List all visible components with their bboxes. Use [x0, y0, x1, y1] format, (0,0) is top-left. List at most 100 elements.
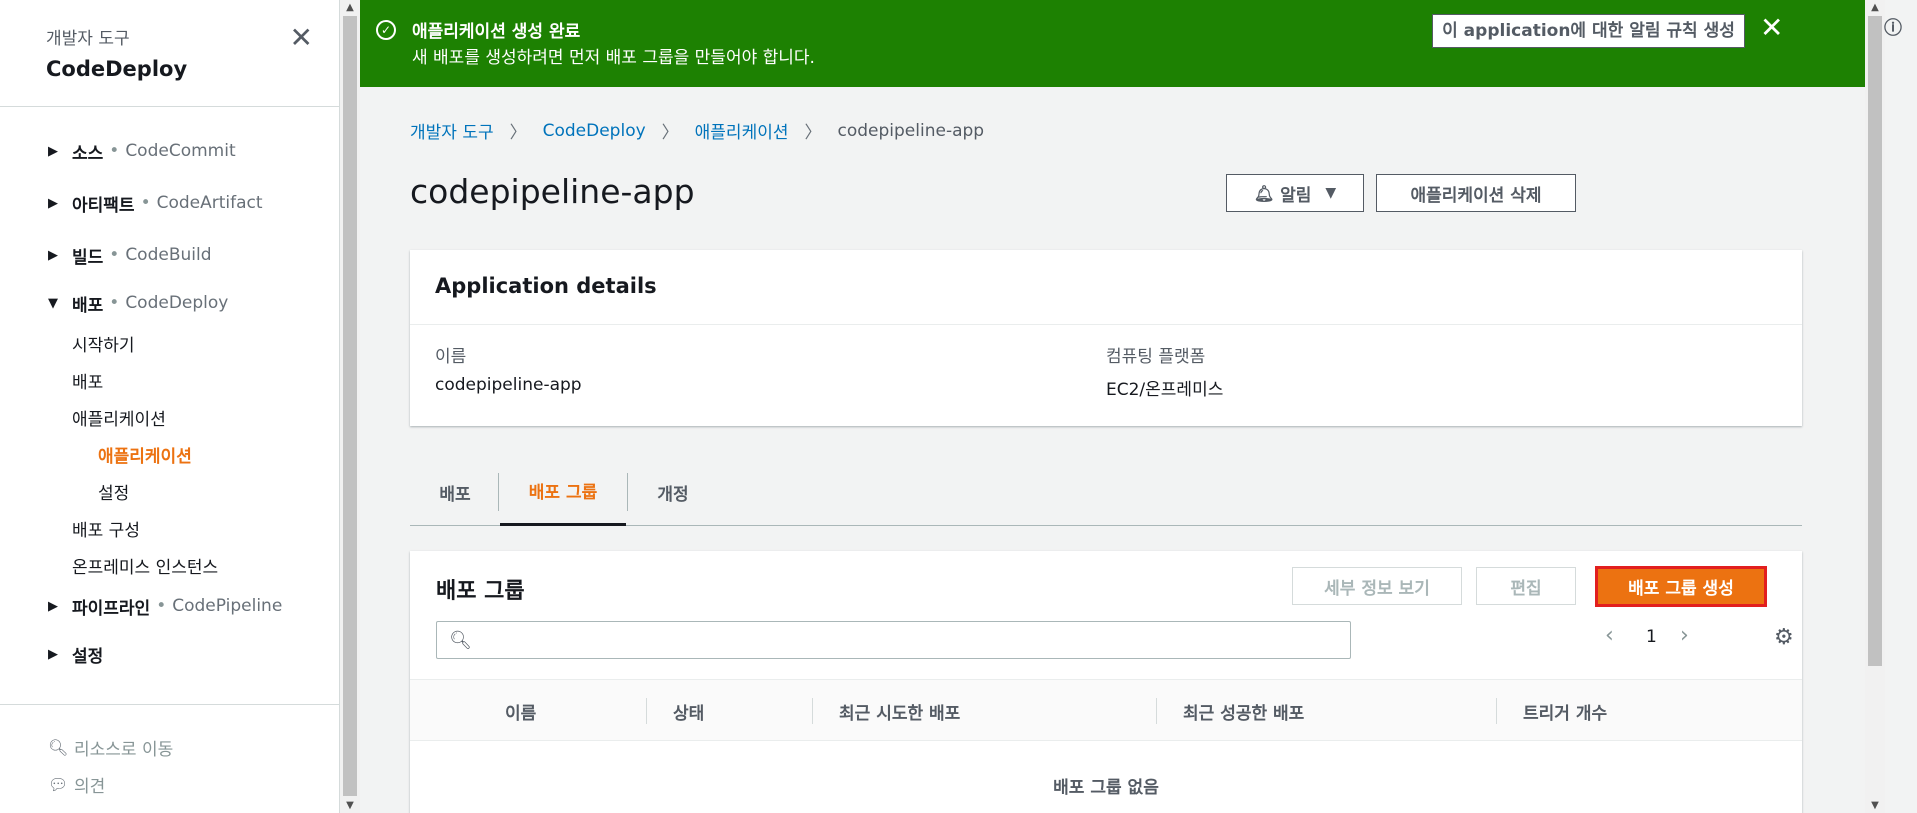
section-service: CodePipeline: [172, 596, 283, 616]
tab-revisions[interactable]: 개정: [628, 458, 718, 526]
section-label: 아티팩트: [72, 195, 135, 216]
main-content: ✓ 애플리케이션 생성 완료 새 배포를 생성하려면 먼저 배포 그룹을 만들어…: [360, 0, 1865, 813]
sidebar-item-onprem-instances[interactable]: 온프레미스 인스턴스: [0, 547, 339, 584]
view-details-button[interactable]: 세부 정보 보기: [1292, 567, 1462, 605]
feedback-link[interactable]: 💬︎ 의견: [0, 766, 339, 803]
platform-label: 컴퓨팅 플랫폼: [1106, 347, 1206, 367]
sidebar-item-app-settings[interactable]: 설정: [0, 473, 339, 510]
scroll-down-icon[interactable]: ▼: [1865, 800, 1885, 811]
scroll-up-icon[interactable]: ▲: [340, 2, 360, 13]
caret-down-icon: ▼: [1325, 185, 1337, 201]
feedback-icon: 💬︎: [48, 775, 69, 794]
section-label: 설정: [72, 646, 104, 667]
sidebar-section-artifact[interactable]: ▶ 아티팩트 • CodeArtifact: [0, 177, 339, 229]
sidebar-scrollbar[interactable]: ▲ ▼: [340, 0, 360, 813]
column-trigger-count[interactable]: 트리거 개수: [1523, 680, 1607, 742]
sidebar-section-settings[interactable]: ▶ 설정: [0, 628, 339, 680]
breadcrumb: 개발자 도구 〉 CodeDeploy 〉 애플리케이션 〉 codepipel…: [410, 118, 985, 144]
flash-title: 애플리케이션 생성 완료: [412, 22, 581, 42]
breadcrumb-applications[interactable]: 애플리케이션: [695, 118, 789, 143]
scrollbar-thumb[interactable]: [1868, 16, 1882, 666]
close-icon[interactable]: ✕: [1760, 14, 1783, 42]
flash-message: 새 배포를 생성하려면 먼저 배포 그룹을 만들어야 합니다.: [412, 48, 815, 68]
chevron-right-icon: 〉: [661, 123, 679, 143]
footer-label: 의견: [74, 777, 106, 797]
caret-right-icon: ▶: [48, 195, 58, 211]
go-to-resource-link[interactable]: 🔍︎ 리소스로 이동: [0, 729, 339, 766]
side-navigation: 개발자 도구 CodeDeploy ✕ ▶ 소스 • CodeCommit ▶ 아티…: [0, 0, 340, 813]
sidebar-item-applications-list[interactable]: 애플리케이션: [0, 436, 339, 473]
column-divider: [1496, 698, 1497, 724]
page-number[interactable]: 1: [1646, 627, 1657, 647]
scroll-up-icon[interactable]: ▲: [1865, 2, 1885, 13]
search-icon: 🔍︎: [449, 630, 472, 651]
search-icon: 🔍︎: [48, 738, 69, 757]
tab-divider: [498, 473, 499, 511]
tab-deployment-groups[interactable]: 배포 그룹: [500, 458, 626, 526]
section-label: 소스: [72, 143, 104, 164]
breadcrumb-codedeploy[interactable]: CodeDeploy: [543, 121, 646, 141]
search-input[interactable]: 🔍︎: [436, 621, 1351, 659]
section-label: 빌드: [72, 247, 104, 268]
sidebar-section-build[interactable]: ▶ 빌드 • CodeBuild: [0, 229, 339, 281]
column-name[interactable]: 이름: [505, 680, 536, 742]
create-deployment-group-button[interactable]: 배포 그룹 생성: [1595, 566, 1767, 607]
chevron-right-icon: 〉: [509, 123, 527, 143]
chevron-right-icon: 〉: [804, 123, 822, 143]
name-label: 이름: [435, 347, 467, 367]
sidebar-subtitle: 개발자 도구: [46, 29, 130, 49]
tab-deployments[interactable]: 배포: [410, 458, 500, 526]
platform-value: EC2/온프레미스: [1106, 380, 1224, 400]
caret-right-icon: ▶: [48, 598, 58, 614]
panel-title: 배포 그룹: [436, 579, 525, 604]
check-circle-icon: ✓: [376, 20, 396, 40]
column-last-successful[interactable]: 최근 성공한 배포: [1183, 680, 1304, 742]
column-divider: [646, 698, 647, 724]
main-scrollbar[interactable]: ▲ ▼: [1865, 0, 1885, 813]
sidebar-title[interactable]: CodeDeploy: [46, 57, 293, 81]
sidebar-section-source[interactable]: ▶ 소스 • CodeCommit: [0, 125, 339, 177]
column-status[interactable]: 상태: [673, 680, 704, 742]
sidebar-item-deployments[interactable]: 배포: [0, 362, 339, 399]
sidebar-section-pipeline[interactable]: ▶ 파이프라인 • CodePipeline: [0, 584, 339, 628]
column-last-attempted[interactable]: 최근 시도한 배포: [839, 680, 960, 742]
bell-icon: 🔔︎: [1253, 183, 1275, 203]
chevron-left-icon[interactable]: ‹: [1605, 623, 1614, 648]
notify-dropdown-button[interactable]: 🔔︎ 알림 ▼: [1226, 174, 1364, 212]
name-value: codepipeline-app: [435, 375, 582, 395]
deployment-groups-panel: 배포 그룹 세부 정보 보기 편집 배포 그룹 생성 🔍︎ ‹ 1 › ⚙ 이름…: [410, 551, 1802, 813]
tab-bar: 배포 배포 그룹 개정: [410, 458, 1802, 526]
chevron-right-icon[interactable]: ›: [1680, 623, 1689, 648]
section-service: CodeArtifact: [156, 193, 263, 213]
create-notification-rule-button[interactable]: 이 application에 대한 알림 규칙 생성: [1432, 14, 1745, 48]
info-icon[interactable]: ⓘ: [1884, 14, 1902, 40]
sidebar-section-deploy[interactable]: ▼ 배포 • CodeDeploy: [0, 281, 339, 325]
close-icon[interactable]: ✕: [290, 24, 313, 52]
notify-label: 알림: [1280, 185, 1312, 206]
gear-icon[interactable]: ⚙: [1774, 625, 1794, 650]
section-service: CodeDeploy: [125, 293, 229, 313]
sidebar-item-applications[interactable]: 애플리케이션: [0, 399, 339, 436]
table-header: 이름 상태 최근 시도한 배포 최근 성공한 배포 트리거 개수: [410, 679, 1802, 741]
name-field: 이름 codepipeline-app: [435, 342, 582, 395]
panel-header: Application details: [410, 250, 1802, 325]
scrollbar-thumb[interactable]: [343, 16, 357, 796]
sidebar-nav: ▶ 소스 • CodeCommit ▶ 아티팩트 • CodeArtifact ▶ 빌드…: [0, 107, 339, 680]
section-service: CodeCommit: [125, 141, 236, 161]
sidebar-footer: 🔍︎ 리소스로 이동 💬︎ 의견: [0, 704, 339, 803]
caret-right-icon: ▶: [48, 143, 58, 159]
edit-button[interactable]: 편집: [1476, 567, 1576, 605]
delete-application-button[interactable]: 애플리케이션 삭제: [1376, 174, 1576, 212]
sidebar-item-getting-started[interactable]: 시작하기: [0, 325, 339, 362]
section-service: CodeBuild: [125, 245, 212, 265]
column-divider: [812, 698, 813, 724]
scroll-down-icon[interactable]: ▼: [340, 800, 360, 811]
empty-state: 배포 그룹 없음: [1053, 778, 1159, 798]
breadcrumb-current: codepipeline-app: [837, 120, 985, 141]
sidebar-item-deployment-configs[interactable]: 배포 구성: [0, 510, 339, 547]
breadcrumb-developer-tools[interactable]: 개발자 도구: [410, 118, 494, 143]
sidebar-header: 개발자 도구 CodeDeploy ✕: [0, 0, 339, 107]
success-flashbar: ✓ 애플리케이션 생성 완료 새 배포를 생성하려면 먼저 배포 그룹을 만들어…: [360, 0, 1865, 87]
caret-right-icon: ▶: [48, 247, 58, 263]
application-details-panel: Application details 이름 codepipeline-app …: [410, 250, 1802, 426]
